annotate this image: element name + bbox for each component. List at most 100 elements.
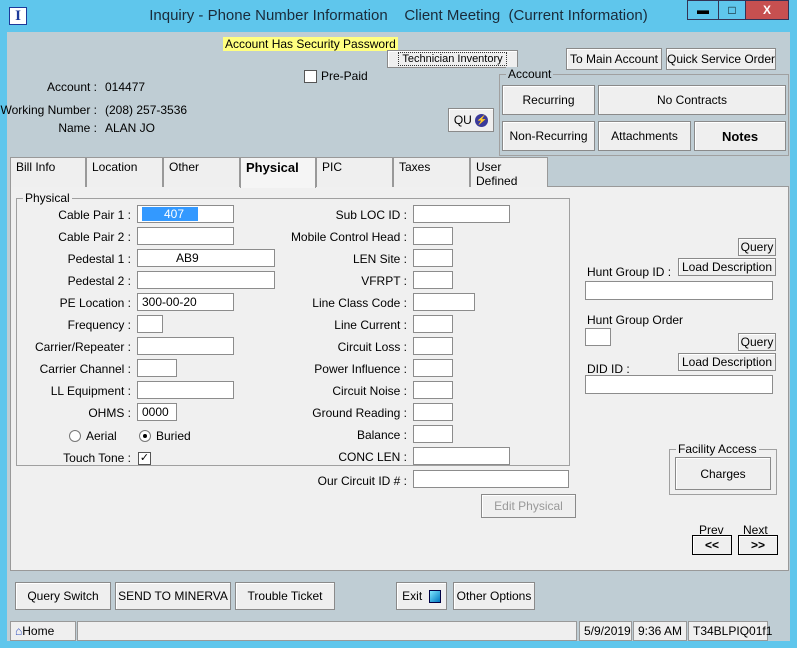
notes-button[interactable]: Notes xyxy=(694,121,786,151)
aerial-radio[interactable] xyxy=(69,430,81,442)
account-label: Account : xyxy=(46,80,97,94)
did-id-label: DID ID : xyxy=(587,362,630,376)
mobile-control-head-input[interactable] xyxy=(413,227,453,245)
tab-physical[interactable]: Physical xyxy=(240,157,316,188)
touch-tone-checkbox[interactable]: ✓ xyxy=(138,452,151,465)
prepaid-checkbox[interactable] xyxy=(304,70,317,83)
carrier-channel-label: Carrier Channel : xyxy=(39,362,131,376)
send-to-minerva-button[interactable]: SEND TO MINERVA xyxy=(115,582,231,610)
prepaid-label: Pre-Paid xyxy=(321,69,368,83)
aerial-label: Aerial xyxy=(86,429,117,443)
tab-user-defined[interactable]: User Defined xyxy=(470,157,548,188)
frequency-input[interactable] xyxy=(137,315,163,333)
ll-equipment-input[interactable] xyxy=(137,381,234,399)
attachments-button[interactable]: Attachments xyxy=(598,121,691,151)
tab-taxes[interactable]: Taxes xyxy=(393,157,470,187)
qu-button[interactable]: QU ⚡ xyxy=(448,108,494,132)
line-current-input[interactable] xyxy=(413,315,453,333)
pe-location-input[interactable]: 300-00-20 xyxy=(137,293,234,311)
charges-button[interactable]: Charges xyxy=(675,457,771,490)
tab-bill-info[interactable]: Bill Info xyxy=(10,157,86,187)
power-influence-input[interactable] xyxy=(413,359,453,377)
hunt-group-order-input[interactable] xyxy=(585,328,611,346)
trouble-ticket-button[interactable]: Trouble Ticket xyxy=(235,582,335,610)
status-message xyxy=(77,621,577,641)
hunt-group-query-button[interactable]: Query xyxy=(738,238,776,256)
sub-loc-id-input[interactable] xyxy=(413,205,510,223)
to-main-account-button[interactable]: To Main Account xyxy=(566,48,662,70)
carrier-repeater-input[interactable] xyxy=(137,337,234,355)
home-button[interactable]: ⌂Home xyxy=(10,621,76,641)
facility-access-title: Facility Access xyxy=(676,442,759,456)
sub-loc-id-label: Sub LOC ID : xyxy=(335,208,407,222)
non-recurring-button[interactable]: Non-Recurring xyxy=(502,121,595,151)
minimize-button[interactable]: ▬ xyxy=(687,0,719,20)
technician-inventory-button[interactable]: Technician Inventory xyxy=(387,50,518,68)
circuit-loss-label: Circuit Loss : xyxy=(337,340,407,354)
quick-service-order-button[interactable]: Quick Service Order xyxy=(666,48,776,70)
buried-label: Buried xyxy=(156,429,191,443)
line-class-code-label: Line Class Code : xyxy=(312,296,407,310)
cable-pair-2-label: Cable Pair 2 : xyxy=(58,230,131,244)
our-circuit-id-label: Our Circuit ID # : xyxy=(317,474,407,488)
query-switch-button[interactable]: Query Switch xyxy=(15,582,111,610)
balance-label: Balance : xyxy=(356,428,407,442)
carrier-channel-input[interactable] xyxy=(137,359,177,377)
tab-pic[interactable]: PIC xyxy=(316,157,393,187)
security-notice: Account Has Security Password xyxy=(223,37,398,51)
qu-label: QU xyxy=(453,113,472,127)
close-button[interactable]: X xyxy=(745,0,789,20)
did-load-description-button[interactable]: Load Description xyxy=(678,353,776,371)
name-label: Name : xyxy=(58,121,97,135)
exit-door-icon xyxy=(428,589,441,603)
conc-len-input[interactable] xyxy=(413,447,510,465)
did-query-button[interactable]: Query xyxy=(738,333,776,351)
ground-reading-label: Ground Reading : xyxy=(312,406,407,420)
buried-radio[interactable] xyxy=(139,430,151,442)
hunt-group-id-input[interactable] xyxy=(585,281,773,300)
cable-pair-1-label: Cable Pair 1 : xyxy=(58,208,131,222)
physical-group-title: Physical xyxy=(23,191,72,205)
pedestal-1-label: Pedestal 1 : xyxy=(67,252,131,266)
technician-inventory-label: Technician Inventory xyxy=(398,52,507,66)
vfrpt-input[interactable] xyxy=(413,271,453,289)
hunt-group-load-description-button[interactable]: Load Description xyxy=(678,258,776,276)
status-time: 9:36 AM xyxy=(633,621,687,641)
did-id-input[interactable] xyxy=(585,375,773,394)
line-class-code-input[interactable] xyxy=(413,293,475,311)
prev-button[interactable]: << xyxy=(692,535,732,555)
pedestal-2-label: Pedestal 2 : xyxy=(67,274,131,288)
no-contracts-button[interactable]: No Contracts xyxy=(598,85,786,115)
power-influence-label: Power Influence : xyxy=(314,362,407,376)
conc-len-label: CONC LEN : xyxy=(338,450,407,464)
edit-physical-button[interactable]: Edit Physical xyxy=(481,494,576,518)
circuit-noise-input[interactable] xyxy=(413,381,453,399)
ground-reading-input[interactable] xyxy=(413,403,453,421)
working-number-value: (208) 257-3536 xyxy=(105,103,188,117)
hunt-group-order-label: Hunt Group Order xyxy=(587,313,684,327)
recurring-button[interactable]: Recurring xyxy=(502,85,595,115)
maximize-button[interactable]: □ xyxy=(718,0,746,20)
pe-location-value: 300-00-20 xyxy=(142,295,197,309)
touch-tone-label: Touch Tone : xyxy=(63,451,131,465)
mobile-control-head-label: Mobile Control Head : xyxy=(290,230,407,244)
vfrpt-label: VFRPT : xyxy=(361,274,407,288)
tab-other[interactable]: Other xyxy=(163,157,240,187)
pe-location-label: PE Location : xyxy=(59,296,131,310)
our-circuit-id-input[interactable] xyxy=(413,470,569,488)
len-site-input[interactable] xyxy=(413,249,453,267)
balance-input[interactable] xyxy=(413,425,453,443)
circuit-loss-input[interactable] xyxy=(413,337,453,355)
account-group-title: Account xyxy=(506,67,554,81)
hunt-group-id-label: Hunt Group ID : xyxy=(587,265,672,279)
frequency-label: Frequency : xyxy=(67,318,131,332)
cable-pair-2-input[interactable] xyxy=(137,227,234,245)
exit-label: Exit xyxy=(402,589,423,603)
other-options-button[interactable]: Other Options xyxy=(453,582,535,610)
tab-location[interactable]: Location xyxy=(86,157,163,187)
next-button[interactable]: >> xyxy=(738,535,778,555)
cable-pair-1-input[interactable]: 407 xyxy=(137,205,234,223)
ohms-input[interactable]: 0000 xyxy=(137,403,177,421)
pedestal-1-value: AB9 xyxy=(176,251,199,265)
exit-button[interactable]: Exit xyxy=(396,582,447,610)
